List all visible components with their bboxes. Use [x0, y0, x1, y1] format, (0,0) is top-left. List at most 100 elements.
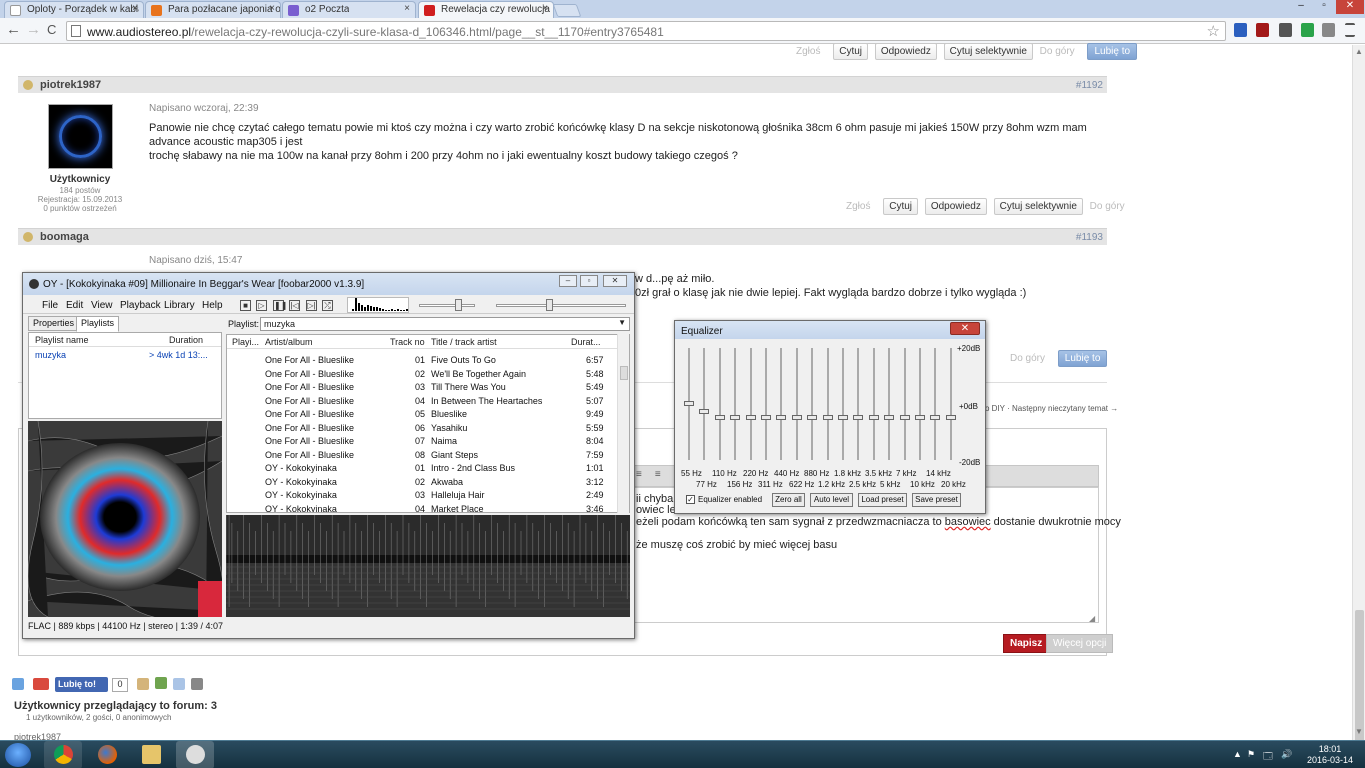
playlist-row[interactable]: OY - Kokokyinaka 01 Intro - 2nd Class Bus 1…: [227, 462, 617, 476]
seek-knob[interactable]: [546, 299, 554, 311]
report-link[interactable]: Zgłoś: [796, 46, 820, 57]
close-button[interactable]: ✕: [603, 275, 627, 287]
extension-chrome-icon[interactable]: [1301, 23, 1314, 37]
page-scrollbar[interactable]: ▲ ▼: [1352, 45, 1365, 760]
next-icon[interactable]: ▷|: [306, 300, 317, 311]
facebook-like-button[interactable]: Lubię to!: [55, 677, 108, 692]
taskbar-firefox[interactable]: [88, 741, 126, 768]
eq-band-track[interactable]: [888, 348, 891, 460]
taskbar-chrome[interactable]: [44, 741, 82, 768]
report-link[interactable]: Zgłoś: [846, 201, 870, 212]
eq-band-track[interactable]: [949, 348, 952, 460]
stop-icon[interactable]: ■: [240, 300, 251, 311]
close-window-button[interactable]: ✕: [1336, 0, 1364, 14]
minimize-button[interactable]: –: [1290, 0, 1312, 14]
eq-band-knob[interactable]: [838, 415, 848, 420]
download-icon[interactable]: [155, 677, 167, 689]
eq-band-track[interactable]: [811, 348, 814, 460]
extension-lastpass-icon[interactable]: [1256, 23, 1269, 37]
column-duration[interactable]: Duration: [169, 335, 203, 345]
chevron-down-icon[interactable]: ▼: [618, 318, 626, 327]
load-preset-button[interactable]: Load preset: [858, 493, 907, 507]
column-track[interactable]: Track no: [390, 337, 425, 347]
extension-puzzle-icon[interactable]: [1322, 23, 1335, 37]
playlist-row[interactable]: One For All - Blueslike 07 Naima 8:04: [227, 435, 617, 449]
playlist-row[interactable]: One For All - Blueslike 02 We'll Be Togeth…: [227, 368, 617, 382]
next-topic-link[interactable]: o DIY · Następny nieczytany temat →: [985, 404, 1118, 413]
align-center-icon[interactable]: ≡: [655, 469, 661, 480]
column-title[interactable]: Title / track artist: [431, 337, 497, 347]
close-button[interactable]: ✕: [950, 322, 980, 335]
equalizer-enabled-checkbox[interactable]: ✓: [686, 495, 695, 504]
eq-band-track[interactable]: [749, 348, 752, 460]
avatar[interactable]: [48, 104, 113, 169]
eq-band-knob[interactable]: [899, 415, 910, 420]
scrollbar-thumb[interactable]: [1355, 610, 1364, 760]
column-duration[interactable]: Durat...: [571, 337, 601, 347]
taskbar-clock[interactable]: 18:01 2016-03-14: [1307, 744, 1353, 766]
random-icon[interactable]: ⤮: [322, 300, 333, 311]
minimize-button[interactable]: –: [559, 275, 577, 287]
eq-band-knob[interactable]: [761, 415, 771, 420]
url-text[interactable]: www.audiostereo.pl/rewelacja-czy-rewoluc…: [87, 25, 664, 39]
reload-button[interactable]: C: [47, 22, 56, 38]
eq-band-track[interactable]: [703, 348, 706, 460]
play-icon[interactable]: ▷: [256, 300, 267, 311]
eq-band-knob[interactable]: [822, 415, 833, 420]
volume-knob[interactable]: [455, 299, 463, 311]
eq-band-knob[interactable]: [853, 415, 864, 420]
playlist-row[interactable]: One For All - Blueslike 03 Till There Was …: [227, 381, 617, 395]
scroll-down-icon[interactable]: ▼: [1355, 727, 1363, 736]
menu-view[interactable]: View: [91, 300, 113, 311]
eq-band-knob[interactable]: [930, 415, 941, 420]
action-center-icon[interactable]: ⚑: [1247, 749, 1255, 760]
eq-band-track[interactable]: [903, 348, 906, 460]
email-icon[interactable]: [173, 678, 185, 690]
tab-oploty[interactable]: Oploty - Porządek w kabla ×: [4, 1, 144, 18]
foobar-title-bar[interactable]: OY - [Kokokyinaka #09] Millionaire In Be…: [23, 273, 634, 295]
quote-button[interactable]: Cytuj: [883, 198, 919, 215]
close-icon[interactable]: ×: [132, 3, 138, 14]
eq-band-knob[interactable]: [684, 401, 694, 406]
eq-band-knob[interactable]: [807, 415, 818, 420]
quote-selective-button[interactable]: Cytuj selektywnie: [943, 43, 1033, 60]
submit-button[interactable]: Napisz: [1003, 634, 1050, 653]
eq-band-knob[interactable]: [791, 415, 802, 420]
column-playlist-name[interactable]: Playlist name: [35, 335, 89, 345]
eq-band-track[interactable]: [780, 348, 783, 460]
tab-o2-poczta[interactable]: o2 Poczta ×: [282, 1, 416, 18]
more-options-button[interactable]: Więcej opcji: [1046, 634, 1114, 653]
address-bar[interactable]: www.audiostereo.pl/rewelacja-czy-rewoluc…: [66, 21, 1226, 41]
network-icon[interactable]: 🗔: [1263, 749, 1273, 765]
menu-edit[interactable]: Edit: [66, 300, 83, 311]
print-icon[interactable]: [191, 678, 203, 690]
eq-band-track[interactable]: [842, 348, 844, 460]
google-plus-icon[interactable]: [33, 678, 49, 690]
playlist-row[interactable]: One For All - Blueslike 04 In Between The …: [227, 395, 617, 409]
playlist-dropdown[interactable]: muzyka ▼: [260, 317, 630, 331]
column-playing[interactable]: Playi...: [232, 337, 259, 347]
playlist-row[interactable]: OY - Kokokyinaka 02 Akwaba 3:12: [227, 476, 617, 490]
reply-button[interactable]: Odpowiedz: [924, 198, 987, 215]
like-button[interactable]: Lubię to: [1057, 350, 1108, 367]
tab-playlists[interactable]: Playlists: [76, 316, 120, 332]
go-top-link[interactable]: Do góry: [1040, 46, 1075, 57]
menu-icon[interactable]: [1345, 23, 1355, 37]
eq-band-track[interactable]: [919, 348, 921, 460]
eq-band-knob[interactable]: [730, 415, 741, 420]
post-author[interactable]: piotrek1987: [40, 79, 101, 91]
playlist-row[interactable]: OY - Kokokyinaka 04 Market Place 3:46: [227, 503, 617, 513]
post-number[interactable]: #1192: [1076, 80, 1103, 91]
eq-band-track[interactable]: [826, 348, 829, 460]
taskbar-foobar[interactable]: [176, 741, 214, 768]
quote-selective-button[interactable]: Cytuj selektywnie: [993, 198, 1083, 215]
equalizer-title-bar[interactable]: Equalizer ✕: [675, 321, 985, 339]
extension-audio-icon[interactable]: [1279, 23, 1292, 37]
spellcheck-word[interactable]: basowiec: [945, 516, 991, 528]
menu-help[interactable]: Help: [202, 300, 223, 311]
close-icon[interactable]: ×: [404, 3, 410, 14]
playlist-row[interactable]: muzyka > 4wk 1d 13:...: [29, 349, 221, 362]
menu-library[interactable]: Library: [164, 300, 195, 311]
playlist-row[interactable]: One For All - Blueslike 06 Yasahiku 5:59: [227, 422, 617, 436]
previous-icon[interactable]: |◁: [289, 300, 300, 311]
